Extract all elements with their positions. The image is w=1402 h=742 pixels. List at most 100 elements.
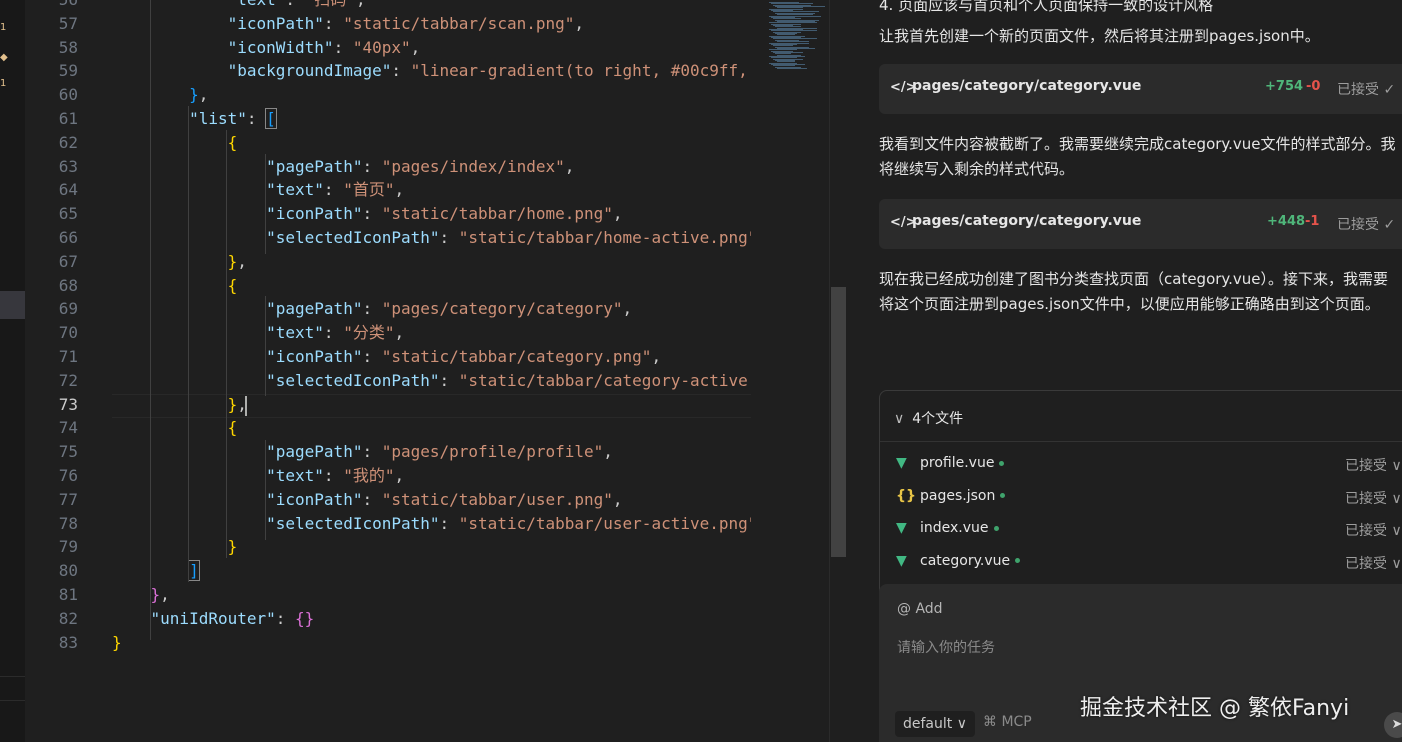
task-input[interactable]: 请输入你的任务 — [897, 637, 995, 657]
selected-explorer-row[interactable] — [0, 291, 25, 319]
changed-file-name: index.vue — [920, 520, 999, 536]
chat-message-partial: 4. 页面应该与首页和个人页面保持一致的设计风格 — [879, 0, 1214, 14]
line-number: 66 — [58, 228, 78, 247]
accepted-status[interactable]: 已接受 ∨ — [1345, 553, 1402, 573]
file-name-text: index.vue — [920, 520, 989, 536]
code-line[interactable]: } — [112, 631, 122, 655]
code-line[interactable]: "iconPath": "static/tabbar/category.png"… — [112, 345, 661, 369]
accepted-status[interactable]: 已接受 ✓ — [1337, 214, 1395, 234]
code-token: "分类" — [343, 323, 395, 343]
scrollbar-thumb[interactable] — [831, 287, 846, 557]
code-line[interactable]: "text": "首页", — [112, 178, 404, 202]
code-token: : — [323, 180, 344, 200]
code-line[interactable]: "iconPath": "static/tabbar/scan.png", — [112, 12, 584, 36]
changed-file-row[interactable]: ▼ index.vue 已接受 ∨ — [880, 516, 1402, 546]
file-change-card[interactable]: </> pages/category/category.vue +448 -1 … — [879, 199, 1402, 249]
code-token: , — [160, 585, 170, 604]
code-line[interactable]: }, — [112, 83, 208, 107]
json-file-icon: {} — [896, 487, 916, 504]
send-icon[interactable]: ➤ — [1384, 712, 1402, 738]
code-line[interactable]: "backgroundImage": "linear-gradient(to r… — [112, 59, 748, 83]
code-line[interactable]: "selectedIconPath": "static/tabbar/categ… — [112, 369, 751, 393]
code-token: , — [603, 442, 613, 462]
status-dot — [999, 460, 1005, 466]
chat-message: 现在我已经成功创建了图书分类查找页面（category.vue）。接下来，我需要… — [879, 270, 1389, 313]
indent-guide — [265, 154, 266, 254]
code-line[interactable]: "text": "我的", — [112, 464, 404, 488]
divider — [0, 700, 25, 701]
code-line[interactable]: { — [112, 274, 238, 298]
lines-added: +754 — [1265, 79, 1304, 94]
chevron-down-icon: ∨ — [894, 411, 905, 427]
accepted-status[interactable]: 已接受 ∨ — [1345, 488, 1402, 508]
code-line[interactable]: { — [112, 416, 238, 440]
code-token: "uniIdRouter" — [150, 608, 276, 628]
code-token: , — [410, 37, 421, 57]
divider — [0, 676, 25, 677]
code-token: : — [323, 13, 344, 33]
vue-file-icon: ▼ — [896, 552, 907, 569]
accepted-status[interactable]: 已接受 ✓ — [1337, 79, 1395, 99]
code-token: , — [612, 489, 623, 509]
line-number: 77 — [58, 489, 78, 509]
code-line[interactable]: "pagePath": "pages/category/category", — [112, 297, 632, 321]
mcp-button[interactable]: ⌘ MCP — [983, 714, 1032, 730]
code-token: "static/tabbar/user.png" — [381, 489, 613, 509]
file-change-name: pages/category/category.vue — [912, 213, 1142, 229]
watermark: 掘金技术社区 @ 繁依Fanyi — [1080, 696, 1350, 721]
indent-guide — [265, 440, 266, 540]
file-change-name: pages/category/category.vue — [912, 78, 1142, 94]
modified-marker: 1 — [0, 22, 7, 33]
code-token: { — [227, 275, 238, 295]
line-number: 74 — [58, 418, 78, 438]
changed-file-row[interactable]: ▼ category.vue 已接受 ∨ — [880, 549, 1402, 579]
code-token: , — [651, 347, 662, 366]
add-context-button[interactable]: @ Add — [897, 601, 943, 617]
code-line[interactable]: "text": "分类", — [112, 321, 404, 345]
code-token: "list" — [189, 109, 247, 128]
code-line[interactable]: "selectedIconPath": "static/tabbar/home-… — [112, 226, 751, 250]
code-token: {} — [295, 608, 315, 628]
accepted-status[interactable]: 已接受 ∨ — [1345, 520, 1402, 540]
model-select[interactable]: default ∨ — [895, 711, 975, 737]
code-token: "40px" — [352, 37, 411, 57]
code-line[interactable]: } — [112, 535, 238, 559]
code-token: "pages/profile/profile" — [381, 442, 604, 462]
code-line[interactable]: ] — [112, 559, 200, 583]
code-line[interactable]: "uniIdRouter": {} — [112, 607, 315, 631]
changed-files-header[interactable]: ∨ 4个文件 — [894, 408, 963, 428]
code-line[interactable]: "list": [ — [112, 107, 277, 131]
code-token: "pagePath" — [266, 299, 363, 319]
code-line[interactable]: { — [112, 131, 238, 155]
line-number: 73 — [58, 394, 78, 414]
changed-file-row[interactable]: ▼ profile.vue 已接受 ∨ — [880, 451, 1402, 481]
code-token: "static/tabbar/home-active.png" — [458, 228, 751, 247]
file-name-text: category.vue — [920, 552, 1011, 569]
minimap[interactable] — [751, 0, 829, 742]
code-token: "pages/category/category" — [381, 299, 623, 319]
lines-added: +448 — [1267, 214, 1306, 229]
file-change-card[interactable]: </> pages/category/category.vue +754 -0 … — [879, 64, 1402, 114]
changed-file-row[interactable]: {} pages.json 已接受 ∨ — [880, 484, 1402, 514]
code-token: "pagePath" — [266, 156, 363, 176]
code-token: "pages/index/index" — [381, 156, 565, 176]
code-editor[interactable]: 5657 58 59 60 61 62 63 64 65 66 67 68 69 70 71 72 73 74 75… — [25, 0, 751, 742]
code-token: "扫码" — [305, 0, 356, 9]
minimap-line — [777, 68, 807, 70]
code-token: : — [275, 608, 296, 628]
editor-scrollbar[interactable] — [829, 0, 847, 742]
code-token: , — [612, 204, 623, 224]
code-line[interactable]: }, — [112, 583, 170, 607]
changed-file-name: profile.vue — [920, 455, 1005, 471]
code-line[interactable]: "iconWidth": "40px", — [112, 36, 421, 60]
code-token: : — [285, 0, 304, 9]
code-line[interactable]: "pagePath": "pages/index/index", — [112, 155, 574, 179]
code-line[interactable]: "selectedIconPath": "static/tabbar/user-… — [112, 512, 751, 536]
accepted-status[interactable]: 已接受 ∨ — [1345, 455, 1402, 475]
code-token: "iconPath" — [266, 489, 363, 509]
warning-marker: ◆ — [0, 52, 8, 63]
